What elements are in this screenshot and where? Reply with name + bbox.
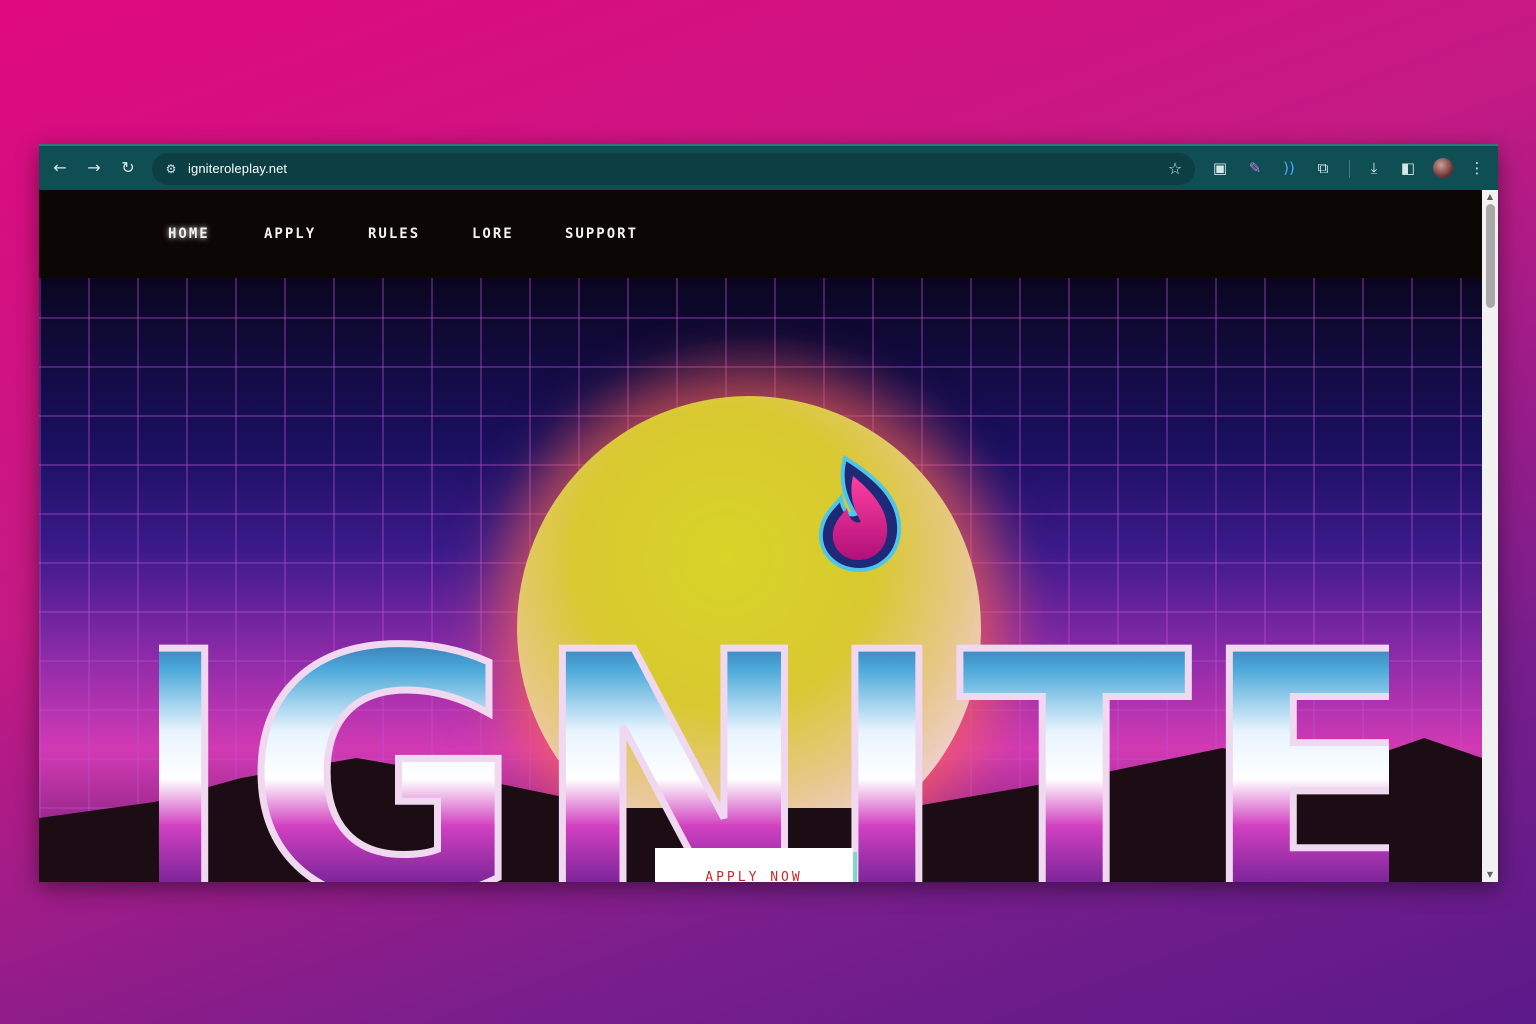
flame-logo-icon: [818, 454, 902, 572]
kebab-menu-icon[interactable]: ⋮: [1466, 157, 1488, 179]
address-bar[interactable]: ⚙ igniteroleplay.net ☆: [152, 153, 1195, 185]
arrow-right-icon[interactable]: →: [82, 156, 106, 180]
feather-icon[interactable]: ✎: [1244, 157, 1266, 179]
window-icon[interactable]: ▣: [1209, 157, 1231, 179]
sidepanel-icon[interactable]: ◧: [1397, 157, 1419, 179]
nav-rules[interactable]: RULES: [368, 226, 420, 242]
reload-icon[interactable]: ↻: [116, 156, 140, 180]
page-scrollbar[interactable]: ▲ ▼: [1482, 190, 1498, 882]
hero-banner: IGNITE APPLY NOW: [39, 278, 1482, 882]
site-info-icon[interactable]: ⚙: [162, 159, 180, 179]
page-viewport: HOME APPLY RULES LORE SUPPORT IGNITE APP…: [39, 190, 1482, 882]
ignite-logo: IGNITE: [159, 596, 1389, 882]
nav-lore[interactable]: LORE: [472, 226, 514, 242]
scroll-down-arrow-icon[interactable]: ▼: [1482, 869, 1498, 881]
arrow-left-icon[interactable]: ←: [48, 156, 72, 180]
browser-window: ← → ↻ ⚙ igniteroleplay.net ☆ ▣ ✎ )) ⧉ ⤓ …: [39, 144, 1498, 882]
puzzle-icon[interactable]: ⧉: [1312, 157, 1334, 179]
avatar[interactable]: [1433, 158, 1453, 178]
apply-now-button[interactable]: APPLY NOW: [655, 848, 853, 882]
browser-toolbar: ← → ↻ ⚙ igniteroleplay.net ☆ ▣ ✎ )) ⧉ ⤓ …: [39, 144, 1498, 190]
broadcast-icon[interactable]: )): [1278, 157, 1300, 179]
site-navbar: HOME APPLY RULES LORE SUPPORT: [39, 190, 1482, 278]
scroll-thumb[interactable]: [1486, 204, 1495, 308]
url-text[interactable]: igniteroleplay.net: [188, 161, 287, 176]
nav-home[interactable]: HOME: [168, 226, 210, 242]
nav-support[interactable]: SUPPORT: [565, 226, 638, 242]
bookmark-star-icon[interactable]: ☆: [1165, 159, 1185, 179]
scroll-up-arrow-icon[interactable]: ▲: [1482, 191, 1498, 203]
download-icon[interactable]: ⤓: [1363, 157, 1385, 179]
nav-apply[interactable]: APPLY: [264, 226, 316, 242]
ignite-wordmark: IGNITE: [159, 596, 1389, 882]
toolbar-divider: [1349, 160, 1350, 178]
